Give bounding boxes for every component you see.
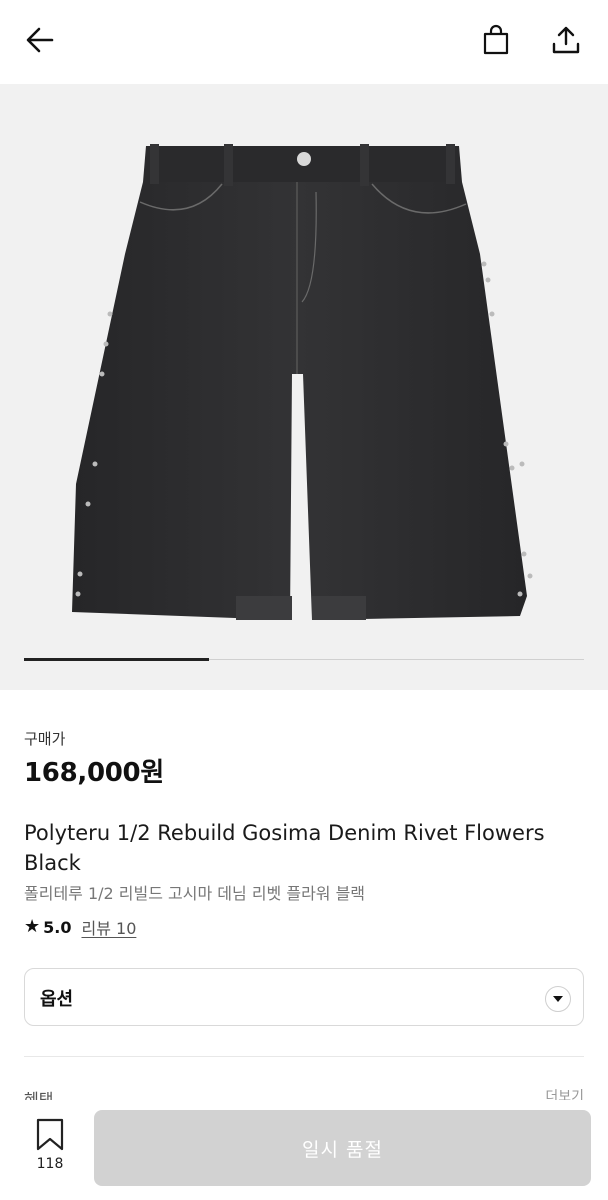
product-image bbox=[72, 144, 533, 620]
rating-row: ★ 5.0 리뷰 10 bbox=[24, 914, 136, 940]
bookmark-icon bbox=[36, 1118, 64, 1151]
option-label: 옵션 bbox=[40, 989, 74, 1010]
product-title-ko: 폴리테루 1/2 리빌드 고시마 데님 리벳 플라워 블랙 bbox=[24, 884, 366, 903]
arrow-left-icon bbox=[26, 27, 54, 53]
product-image-gallery[interactable] bbox=[0, 84, 608, 690]
wishlist-count: 118 bbox=[36, 1156, 64, 1172]
star-icon: ★ bbox=[24, 916, 41, 937]
wishlist-button[interactable]: 118 bbox=[24, 1118, 76, 1184]
rating-score: 5.0 bbox=[43, 917, 72, 937]
sold-out-button[interactable]: 일시 품절 bbox=[94, 1110, 591, 1186]
share-button[interactable] bbox=[546, 20, 586, 60]
top-app-bar bbox=[0, 0, 608, 84]
price-value: 168,000원 bbox=[24, 758, 164, 788]
chevron-down-icon bbox=[545, 986, 571, 1012]
option-select[interactable]: 옵션 bbox=[24, 968, 584, 1026]
section-divider bbox=[24, 1056, 584, 1057]
gallery-slide-indicator bbox=[24, 658, 209, 661]
shopping-bag-icon bbox=[483, 24, 509, 55]
product-title-en: Polyteru 1/2 Rebuild Gosima Denim Rivet … bbox=[24, 821, 545, 875]
price-label: 구매가 bbox=[24, 730, 66, 748]
share-icon bbox=[552, 26, 580, 54]
review-count-link[interactable]: 리뷰 10 bbox=[81, 915, 136, 939]
bottom-action-bar: 118 일시 품절 bbox=[0, 1100, 608, 1200]
back-button[interactable] bbox=[20, 20, 60, 60]
cart-button[interactable] bbox=[476, 20, 516, 60]
